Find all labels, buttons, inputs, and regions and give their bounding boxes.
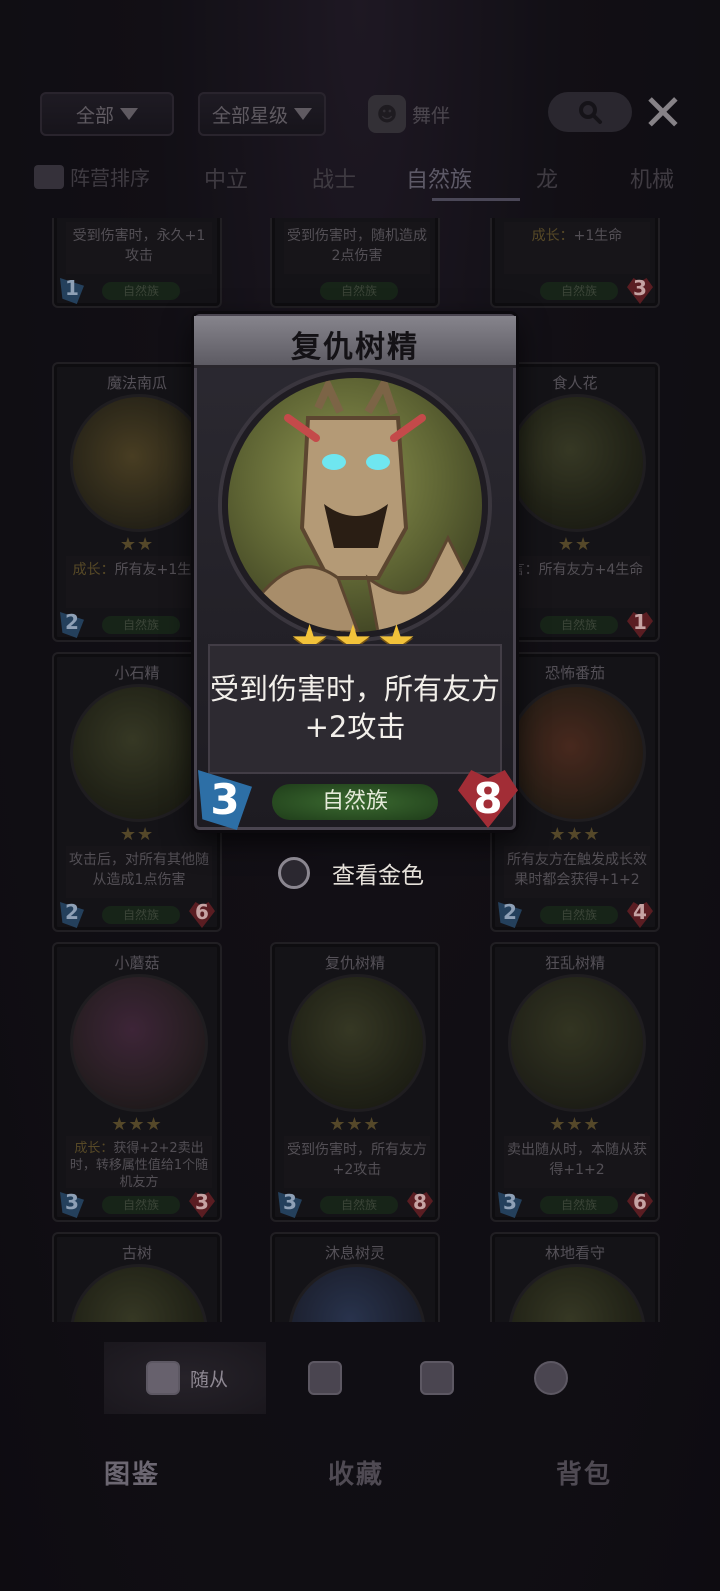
view-gold-toggle[interactable]: 查看金色 — [278, 856, 424, 890]
card-attack: 2 — [496, 900, 524, 930]
treant-illustration — [246, 378, 470, 632]
card-attack: 3 — [58, 1190, 86, 1220]
featured-card-attack: 3 — [198, 770, 252, 830]
radio-button[interactable] — [278, 857, 310, 889]
featured-card-name: 复仇树精 — [291, 330, 419, 365]
card-health: 4 — [626, 900, 654, 930]
featured-card-description: 受到伤害时，所有友方+2攻击 — [209, 672, 500, 744]
category-minion-label: 随从 — [190, 1368, 229, 1391]
card-health: 6 — [188, 900, 216, 930]
featured-card[interactable]: 复仇树精 ★★★ 受到伤害时，所有友方+2攻击 自然族 3 8 — [188, 314, 522, 830]
card-attack: 2 — [58, 610, 86, 640]
category-minion[interactable]: 随从 — [146, 1352, 228, 1404]
nav-collection[interactable]: 收藏 — [328, 1454, 384, 1491]
category-spell[interactable] — [308, 1352, 342, 1404]
card-attack: 3 — [276, 1190, 304, 1220]
card-health: 3 — [626, 276, 654, 306]
hero-icon — [534, 1361, 568, 1395]
featured-card-tribe: 自然族 — [272, 784, 438, 820]
nav-backpack[interactable]: 背包 — [556, 1454, 612, 1491]
trinket-cards-icon — [420, 1361, 454, 1395]
card-health: 8 — [406, 1190, 434, 1220]
spell-cards-icon — [308, 1361, 342, 1395]
view-gold-label: 查看金色 — [332, 863, 424, 889]
card-attack: 1 — [58, 276, 86, 306]
bottom-nav: 图鉴 收藏 背包 — [0, 1432, 720, 1518]
category-hero[interactable] — [534, 1352, 568, 1404]
card-health: 1 — [626, 610, 654, 640]
minion-cards-icon — [146, 1361, 180, 1395]
card-attack: 2 — [58, 900, 86, 930]
category-bar: 随从 — [0, 1342, 720, 1414]
card-health: 3 — [188, 1190, 216, 1220]
card-health: 6 — [626, 1190, 654, 1220]
nav-codex[interactable]: 图鉴 — [104, 1454, 160, 1491]
card-attack: 3 — [496, 1190, 524, 1220]
category-trinket[interactable] — [420, 1352, 454, 1404]
featured-card-health: 8 — [458, 770, 518, 830]
card-portrait — [222, 372, 488, 638]
